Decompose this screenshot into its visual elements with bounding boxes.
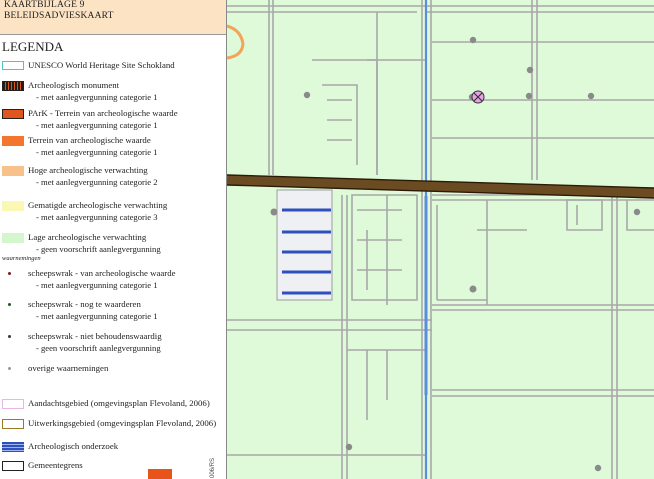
legend-heading: LEGENDA	[2, 39, 64, 54]
legend-sublabel: - met aanlegvergunning categorie 1	[36, 311, 158, 321]
legend-panel: KAARTBIJLAGE 9 BELEIDSADVIESKAART LEGEND…	[0, 0, 227, 479]
title-block: KAARTBIJLAGE 9 BELEIDSADVIESKAART	[0, 0, 226, 35]
legend-label: UNESCO World Heritage Site Schokland	[28, 60, 175, 70]
legend-sublabel: - met aanlegvergunning categorie 1	[36, 147, 158, 157]
dot-symbol	[8, 272, 11, 275]
onderzoek-swatch	[2, 442, 24, 452]
legend-sublabel: - met aanlegvergunning categorie 3	[36, 212, 158, 222]
legend-label: Gematigde archeologische verwachting	[28, 200, 168, 210]
legend-label: Uitwerkingsgebied (omgevingsplan Flevola…	[28, 418, 217, 428]
provincie-logo	[148, 469, 172, 479]
map-title: BELEIDSADVIESKAART	[4, 11, 114, 21]
aandacht-swatch	[2, 399, 24, 409]
hoog-swatch	[2, 166, 24, 176]
legend-label: scheepswrak - van archeologische waarde	[28, 268, 176, 278]
map-number: KAARTBIJLAGE 9	[4, 0, 85, 10]
terrein-swatch	[2, 136, 24, 146]
unesco-swatch	[2, 61, 24, 70]
legend-label: Hoge archeologische verwachting	[28, 165, 148, 175]
legend-label: scheepswrak - nog te waarderen	[28, 299, 141, 309]
legend-sublabel: - met aanlegvergunning categorie 2	[36, 177, 158, 187]
gematigd-swatch	[2, 201, 24, 211]
legend-sublabel: - geen voorschrift aanlegvergunning	[36, 244, 161, 254]
legend-sublabel: - met aanlegvergunning categorie 1	[36, 92, 158, 102]
legend-label: Terrein van archeologische waarde	[28, 135, 151, 145]
legend-label: overige waarnemingen	[28, 363, 109, 373]
legend-sublabel: - geen voorschrift aanlegvergunning	[36, 343, 161, 353]
legend-label: Archeologisch monument	[28, 80, 120, 90]
legend-label: Archeologisch onderzoek	[28, 441, 119, 451]
archeologisch-onderzoek-area	[276, 189, 333, 301]
legend-label: scheepswrak - niet behoudenswaardig	[28, 331, 162, 341]
laag-swatch	[2, 233, 24, 243]
legend-label: Gemeentegrens	[28, 460, 83, 470]
monument-swatch	[2, 81, 24, 91]
legend-label: Lage archeologische verwachting	[28, 232, 147, 242]
map-code: 006/RS	[210, 457, 216, 478]
legend-sublabel: - met aanlegvergunning categorie 1	[36, 120, 158, 130]
map-canvas[interactable]	[227, 0, 654, 479]
grens-swatch	[2, 461, 24, 471]
dot-symbol	[8, 367, 11, 370]
dot-symbol	[8, 335, 11, 338]
highlighted-observation[interactable]	[471, 90, 485, 104]
legend-label: PArK - Terrein van archeologische waarde	[28, 108, 178, 118]
uitwerking-swatch	[2, 419, 24, 429]
legend-label: Aandachtsgebied (omgevingsplan Flevoland…	[28, 398, 210, 408]
park-swatch	[2, 109, 24, 119]
dot-symbol	[8, 303, 11, 306]
legend-sublabel: - met aanlegvergunning categorie 1	[36, 280, 158, 290]
waarnemingen-header: waarnemingen	[2, 255, 41, 262]
